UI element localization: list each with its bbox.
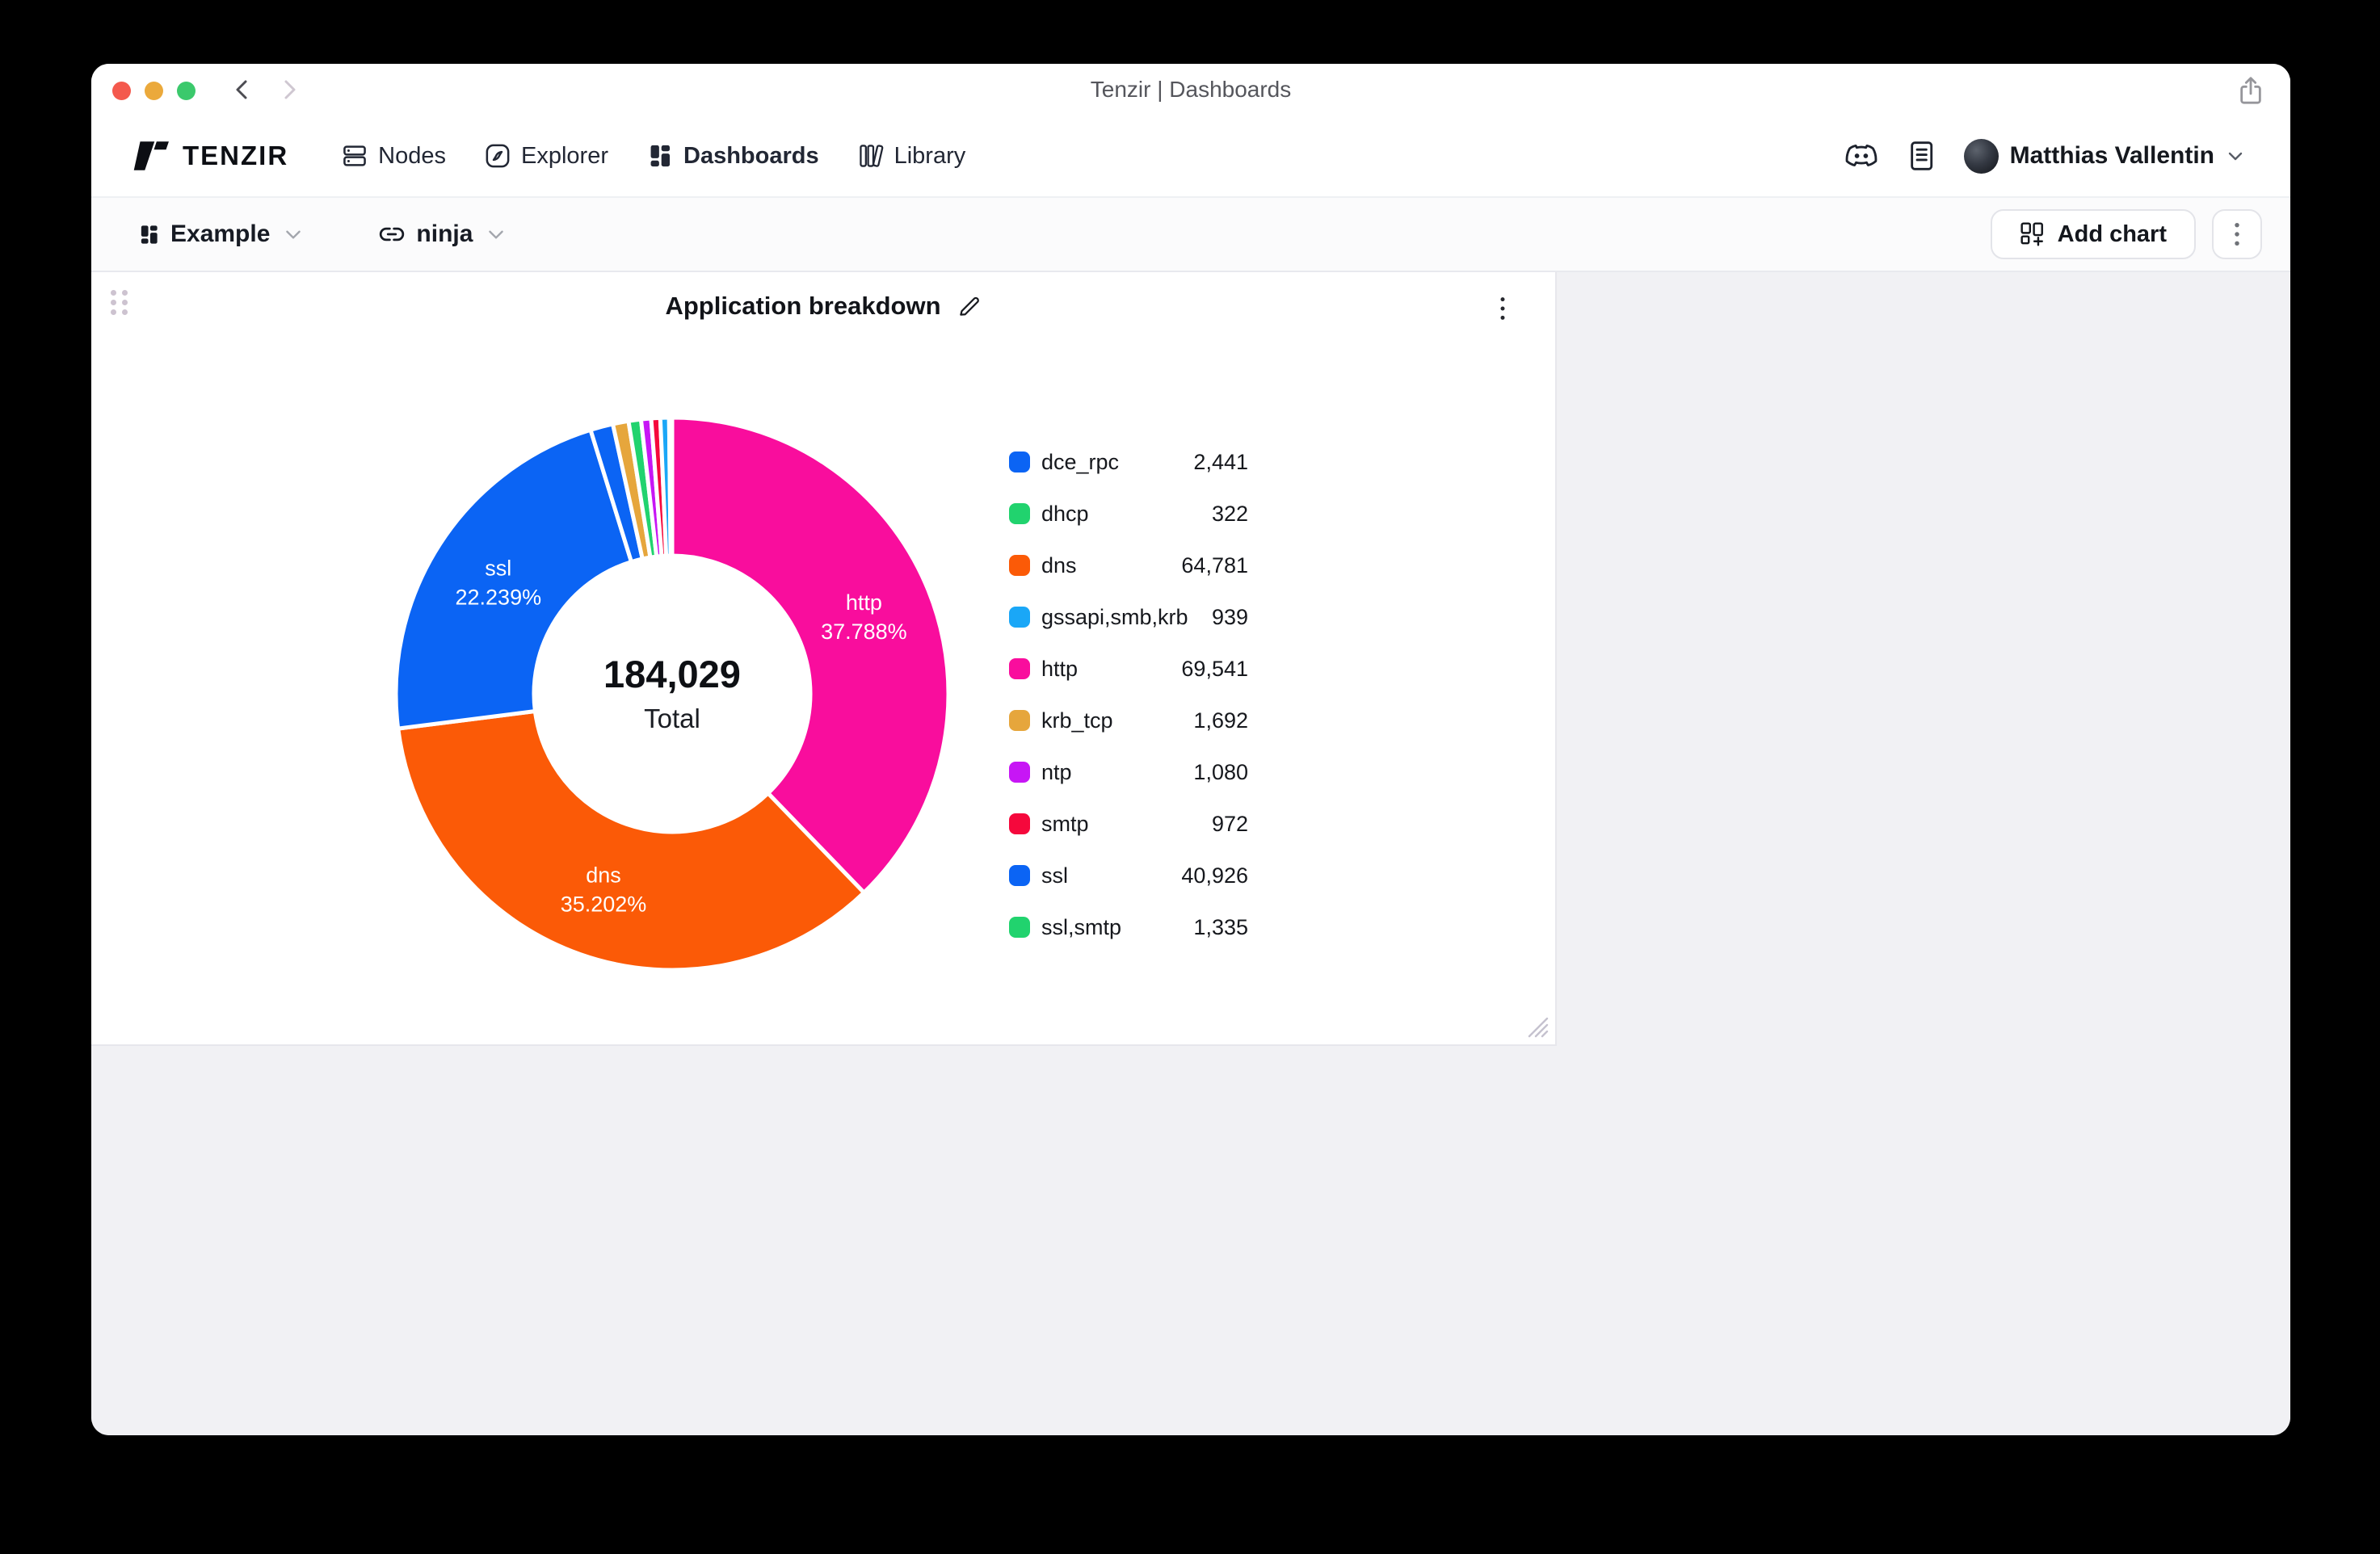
chevron-down-icon xyxy=(486,224,507,245)
legend-label: ntp xyxy=(1041,760,1072,785)
legend-label: smtp xyxy=(1041,812,1089,837)
user-menu[interactable]: Matthias Vallentin xyxy=(1964,139,2245,174)
legend-value: 1,692 xyxy=(1193,708,1248,733)
docs-icon[interactable] xyxy=(1907,140,1935,172)
dashboard-kebab-button[interactable] xyxy=(2212,209,2262,259)
legend-swatch xyxy=(1009,555,1030,576)
dashboard-selector-icon xyxy=(138,224,160,246)
legend-swatch xyxy=(1009,762,1030,783)
share-icon[interactable] xyxy=(2237,75,2264,107)
legend-row-krb_tcp[interactable]: krb_tcp 1,692 xyxy=(1009,695,1248,746)
donut-total-value: 184,029 xyxy=(603,653,741,695)
resize-handle[interactable] xyxy=(1523,1012,1550,1040)
donut-total-label: Total xyxy=(644,704,700,733)
kebab-icon xyxy=(2227,220,2248,248)
link-icon xyxy=(378,222,406,246)
legend-row-ssl,smtp[interactable]: ssl,smtp 1,335 xyxy=(1009,901,1248,953)
chart-kebab-button[interactable] xyxy=(1489,290,1516,331)
nav-item-explorer[interactable]: Explorer xyxy=(485,143,608,170)
nodes-icon xyxy=(342,143,368,169)
add-chart-label: Add chart xyxy=(2058,221,2167,248)
nav-items: Nodes Explorer Dashboa xyxy=(342,143,965,170)
nav-item-label: Library xyxy=(894,143,966,170)
library-icon xyxy=(858,143,884,169)
chevron-down-icon xyxy=(2226,146,2245,166)
legend-label: krb_tcp xyxy=(1041,708,1113,733)
legend-row-dhcp[interactable]: dhcp 322 xyxy=(1009,488,1248,540)
donut-slice-dhcp[interactable] xyxy=(669,418,672,556)
window-title: Tenzir | Dashboards xyxy=(91,64,2290,116)
chart-card-header: Application breakdown xyxy=(91,292,1555,321)
link-selector[interactable]: ninja xyxy=(378,220,507,248)
legend-swatch xyxy=(1009,917,1030,938)
dashboards-icon xyxy=(647,143,673,169)
chart-card: Application breakdown http37.788%dns35.2… xyxy=(91,272,1557,1046)
dashboard-content: Application breakdown http37.788%dns35.2… xyxy=(91,272,2290,1435)
donut-slice-dns[interactable] xyxy=(398,712,864,970)
legend-row-dce_rpc[interactable]: dce_rpc 2,441 xyxy=(1009,436,1248,488)
legend-value: 2,441 xyxy=(1193,450,1248,475)
legend-row-ssl[interactable]: ssl 40,926 xyxy=(1009,850,1248,901)
discord-icon[interactable] xyxy=(1844,141,1878,170)
tenzir-wordmark: TENZIR xyxy=(183,141,288,171)
add-chart-button[interactable]: Add chart xyxy=(1991,209,2196,259)
legend-swatch xyxy=(1009,503,1030,524)
legend-row-http[interactable]: http 69,541 xyxy=(1009,643,1248,695)
navbar-right: Matthias Vallentin xyxy=(1844,139,2245,174)
legend-swatch xyxy=(1009,607,1030,628)
chevron-down-icon xyxy=(283,224,304,245)
navbar: TENZIR Nodes Expl xyxy=(91,116,2290,198)
edit-title-icon[interactable] xyxy=(957,294,982,318)
chart-legend: dce_rpc 2,441 dhcp 322 dns 64,781 gssapi,smb,k… xyxy=(1009,436,1248,953)
legend-value: 1,080 xyxy=(1193,760,1248,785)
donut-slice-ssl[interactable] xyxy=(396,430,632,729)
kebab-icon xyxy=(1494,295,1512,322)
nav-item-nodes[interactable]: Nodes xyxy=(342,143,446,170)
legend-value: 69,541 xyxy=(1181,657,1248,682)
legend-row-dns[interactable]: dns 64,781 xyxy=(1009,540,1248,591)
legend-swatch xyxy=(1009,452,1030,472)
legend-label: dns xyxy=(1041,553,1077,578)
tenzir-logo-icon xyxy=(129,141,170,171)
legend-value: 322 xyxy=(1212,502,1248,527)
add-chart-icon xyxy=(2020,221,2046,247)
legend-value: 1,335 xyxy=(1193,915,1248,940)
legend-swatch xyxy=(1009,658,1030,679)
legend-row-gssapi,smb,krb[interactable]: gssapi,smb,krb 939 xyxy=(1009,591,1248,643)
legend-swatch xyxy=(1009,813,1030,834)
user-name: Matthias Vallentin xyxy=(2010,142,2214,170)
donut-chart[interactable]: http37.788%dns35.202%ssl22.239%184,029To… xyxy=(365,387,979,1001)
toolbar-right: Add chart xyxy=(1991,209,2262,259)
legend-value: 40,926 xyxy=(1181,863,1248,888)
titlebar: Tenzir | Dashboards xyxy=(91,64,2290,116)
toolbar: Example ninja xyxy=(91,198,2290,272)
screen: Tenzir | Dashboards TENZIR xyxy=(0,0,2380,1554)
legend-value: 64,781 xyxy=(1181,553,1248,578)
dashboard-selector-label: Example xyxy=(170,220,270,248)
legend-label: http xyxy=(1041,657,1078,682)
dashboard-selector[interactable]: Example xyxy=(138,220,304,248)
legend-value: 972 xyxy=(1212,812,1248,837)
legend-swatch xyxy=(1009,865,1030,886)
legend-row-ntp[interactable]: ntp 1,080 xyxy=(1009,746,1248,798)
app-window: Tenzir | Dashboards TENZIR xyxy=(91,64,2290,1435)
legend-label: ssl xyxy=(1041,863,1068,888)
avatar xyxy=(1964,139,1999,174)
nav-item-label: Nodes xyxy=(378,143,446,170)
link-selector-label: ninja xyxy=(416,220,473,248)
legend-row-smtp[interactable]: smtp 972 xyxy=(1009,798,1248,850)
nav-item-dashboards[interactable]: Dashboards xyxy=(647,143,819,170)
legend-label: dce_rpc xyxy=(1041,450,1119,475)
tenzir-logo[interactable]: TENZIR xyxy=(129,141,288,171)
legend-value: 939 xyxy=(1212,605,1248,630)
nav-item-label: Dashboards xyxy=(683,143,819,170)
legend-swatch xyxy=(1009,710,1030,731)
legend-label: dhcp xyxy=(1041,502,1089,527)
legend-label: ssl,smtp xyxy=(1041,915,1121,940)
chart-title: Application breakdown xyxy=(665,292,940,321)
nav-item-label: Explorer xyxy=(521,143,608,170)
explorer-icon xyxy=(485,143,511,169)
legend-label: gssapi,smb,krb xyxy=(1041,605,1188,630)
nav-item-library[interactable]: Library xyxy=(858,143,966,170)
